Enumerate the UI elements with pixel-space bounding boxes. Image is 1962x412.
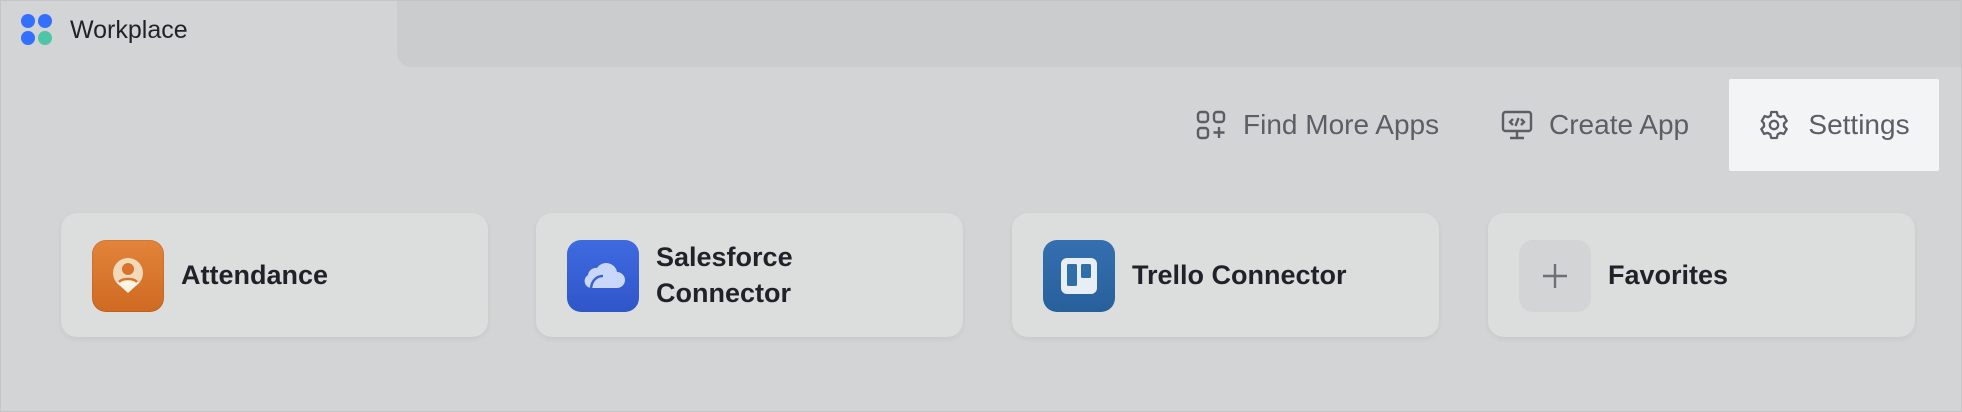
tab-strip: Workplace — [1, 1, 1961, 67]
cloud-icon — [567, 240, 639, 312]
settings-label: Settings — [1808, 109, 1910, 140]
app-card-attendance[interactable]: Attendance — [61, 213, 488, 337]
app-card-label: Trello Connector — [1132, 260, 1347, 290]
attendance-icon — [92, 240, 164, 312]
gear-icon — [1760, 110, 1789, 140]
plus-icon — [1519, 240, 1591, 312]
create-app-button[interactable]: Create App — [1501, 79, 1689, 171]
settings-button[interactable]: Settings — [1729, 79, 1939, 171]
trello-icon — [1043, 240, 1115, 312]
find-more-apps-button[interactable]: Find More Apps — [1195, 79, 1439, 171]
app-card-favorites[interactable]: Favorites — [1488, 213, 1915, 337]
app-card-salesforce-connector[interactable]: Salesforce Connector — [536, 213, 963, 337]
monitor-code-icon — [1501, 110, 1533, 140]
app-card-label: Attendance — [181, 260, 329, 290]
workplace-logo-icon — [21, 14, 53, 46]
app-card-label: Salesforce Connector — [656, 242, 793, 308]
find-more-apps-label: Find More Apps — [1243, 109, 1440, 140]
tab-title: Workplace — [70, 16, 188, 44]
create-app-label: Create App — [1549, 109, 1690, 140]
workplace-window: Workplace Find More Apps Create App Sett… — [0, 0, 1962, 412]
apps-grid-plus-icon — [1196, 110, 1226, 140]
app-card-trello-connector[interactable]: Trello Connector — [1012, 213, 1439, 337]
tab-strip-empty-area — [397, 1, 1961, 67]
app-card-label: Favorites — [1608, 260, 1729, 290]
tab-workplace[interactable]: Workplace — [1, 1, 397, 67]
